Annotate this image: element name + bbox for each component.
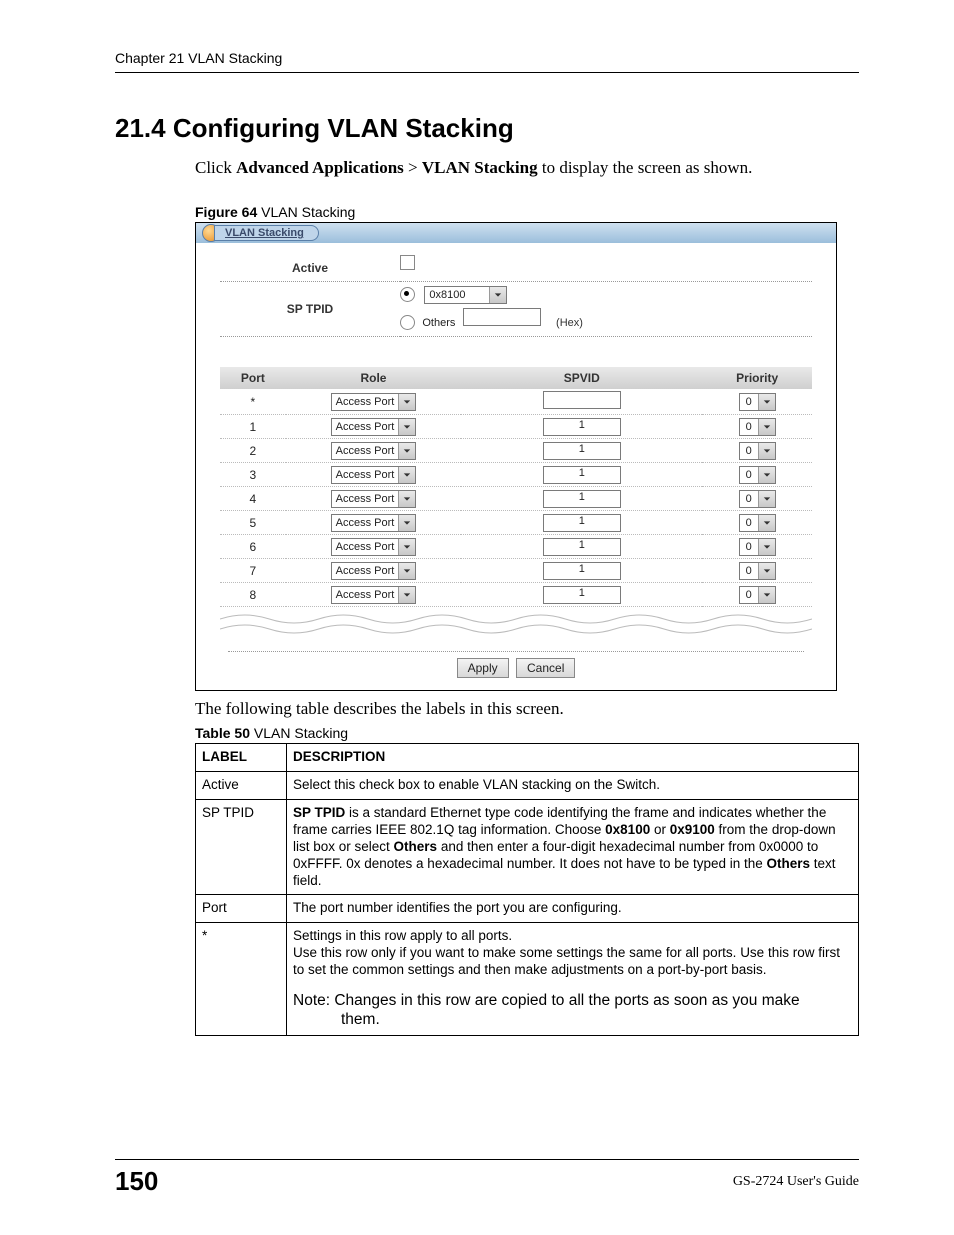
priority-select[interactable]: 0 [739,562,776,580]
chevron-down-icon [758,467,775,483]
chevron-down-icon [398,515,415,531]
spvid-input[interactable]: 1 [543,514,621,532]
cancel-button[interactable]: Cancel [516,658,575,678]
spvid-input[interactable]: 1 [543,442,621,460]
label-others: Others [422,317,455,329]
active-checkbox[interactable] [400,255,415,270]
intro-text: Click Advanced Applications > VLAN Stack… [195,158,859,178]
chevron-down-icon [398,563,415,579]
table-row: 1Access Port10 [220,415,812,439]
role-select[interactable]: Access Port [331,586,417,604]
page-number: 150 [115,1166,158,1197]
chevron-down-icon [398,443,415,459]
label-sp-tpid: SP TPID [220,286,400,337]
th-label: LABEL [196,744,287,772]
apply-button[interactable]: Apply [457,658,509,678]
figure-caption: Figure 64 VLAN Stacking [195,204,859,220]
tpid-select[interactable]: 0x8100 [424,286,507,304]
priority-select[interactable]: 0 [739,490,776,508]
description-table: LABEL DESCRIPTION Active Select this che… [195,743,859,1035]
after-figure-text: The following table describes the labels… [195,699,859,719]
spvid-input[interactable]: 1 [543,562,621,580]
panel-title: VLAN Stacking [214,225,319,241]
chevron-down-icon [758,419,775,435]
running-header: Chapter 21 VLAN Stacking [115,50,859,73]
tpid-preset-radio[interactable] [400,287,415,302]
chevron-down-icon [758,394,775,410]
priority-select[interactable]: 0 [739,466,776,484]
table-row: 7Access Port10 [220,559,812,583]
spvid-input[interactable]: 1 [543,490,621,508]
panel-titlebar: VLAN Stacking [196,223,836,243]
chevron-down-icon [398,491,415,507]
tpid-others-input[interactable] [463,308,541,326]
vlan-stacking-panel: VLAN Stacking Active SP TPID 0x8100 [195,222,837,691]
truncation-zigzag [220,611,812,635]
chevron-down-icon [758,491,775,507]
chevron-down-icon [398,539,415,555]
th-description: DESCRIPTION [287,744,859,772]
chevron-down-icon [489,287,506,303]
col-port: Port [220,367,286,389]
table-row: 3Access Port10 [220,463,812,487]
spvid-input[interactable] [543,391,621,409]
table-row: * Settings in this row apply to all port… [196,923,859,1035]
role-select[interactable]: Access Port [331,514,417,532]
chevron-down-icon [398,587,415,603]
chevron-down-icon [758,587,775,603]
table-row: 4Access Port10 [220,487,812,511]
table-row: 2Access Port10 [220,439,812,463]
section-title: 21.4 Configuring VLAN Stacking [115,113,859,144]
label-active: Active [220,255,400,282]
role-select[interactable]: Access Port [331,442,417,460]
role-select[interactable]: Access Port [331,562,417,580]
role-select[interactable]: Access Port [331,538,417,556]
priority-select[interactable]: 0 [739,538,776,556]
chevron-down-icon [398,419,415,435]
label-hex: (Hex) [556,317,583,329]
priority-select[interactable]: 0 [739,586,776,604]
page-footer: 150 GS-2724 User's Guide [115,1159,859,1197]
priority-select[interactable]: 0 [739,514,776,532]
chevron-down-icon [398,394,415,410]
col-priority: Priority [702,367,812,389]
tpid-others-radio[interactable] [400,315,415,330]
chevron-down-icon [398,467,415,483]
role-select[interactable]: Access Port [331,466,417,484]
role-select[interactable]: Access Port [331,418,417,436]
table-row: Active Select this check box to enable V… [196,772,859,800]
col-spvid: SPVID [461,367,702,389]
table-row: SP TPID SP TPID is a standard Ethernet t… [196,800,859,895]
table-row: 8Access Port10 [220,583,812,607]
chevron-down-icon [758,515,775,531]
guide-name: GS-2724 User's Guide [733,1174,859,1190]
chevron-down-icon [758,443,775,459]
chevron-down-icon [758,539,775,555]
table-row: Port The port number identifies the port… [196,895,859,923]
table-row: *Access Port0 [220,389,812,415]
spvid-input[interactable]: 1 [543,586,621,604]
col-role: Role [286,367,461,389]
table-row: 6Access Port10 [220,535,812,559]
priority-select[interactable]: 0 [739,393,776,411]
spvid-input[interactable]: 1 [543,466,621,484]
port-table: Port Role SPVID Priority *Access Port0 1… [220,367,812,607]
role-select[interactable]: Access Port [331,393,417,411]
table-row: 5Access Port10 [220,511,812,535]
spvid-input[interactable]: 1 [543,538,621,556]
role-select[interactable]: Access Port [331,490,417,508]
priority-select[interactable]: 0 [739,442,776,460]
chevron-down-icon [758,563,775,579]
table-caption: Table 50 VLAN Stacking [195,725,859,741]
priority-select[interactable]: 0 [739,418,776,436]
spvid-input[interactable]: 1 [543,418,621,436]
